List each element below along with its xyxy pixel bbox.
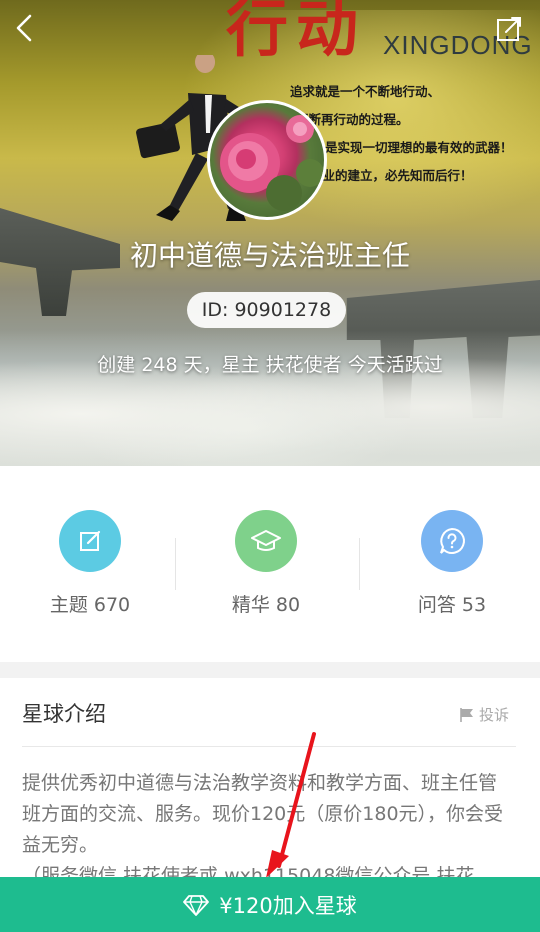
flag-icon	[460, 707, 473, 722]
intro-paragraph: 提供优秀初中道德与法治教学资料和教学方面、班主任管班方面的交流、服务。现价120…	[22, 772, 504, 856]
report-label: 投诉	[479, 706, 510, 724]
group-avatar	[207, 100, 327, 220]
section-gap	[0, 662, 540, 678]
cover-banner: 行动 XINGDONG 追求就是一个不断地行动、 不断再行动的过程。 行动是实现…	[0, 0, 540, 466]
stat-essence-badge	[235, 510, 297, 572]
edit-icon	[80, 530, 101, 551]
peony-flower-image	[220, 115, 324, 211]
stat-topics-label: 主题 670	[49, 594, 131, 616]
stat-qa-label: 问答 53	[417, 594, 487, 616]
slogan-line: 追求就是一个不断地行动、	[290, 84, 441, 99]
join-button-label: ¥120加入星球	[219, 893, 357, 918]
intro-divider	[22, 746, 516, 747]
intro-title: 星球介绍	[22, 702, 106, 726]
join-group-button[interactable]: ¥120加入星球	[0, 877, 540, 932]
back-icon[interactable]	[10, 12, 42, 44]
question-bubble-icon	[440, 527, 465, 554]
diamond-icon	[183, 894, 210, 916]
graduation-cap-icon	[251, 530, 281, 551]
cover-slogan: 追求就是一个不断地行动、 不断再行动的过程。 行动是实现一切理想的最有效的武器！…	[290, 78, 530, 190]
stat-topics-badge	[59, 510, 121, 572]
stats-section: 主题 670 精华 80 问答 53	[0, 466, 540, 662]
share-icon[interactable]	[494, 14, 524, 44]
stat-essence[interactable]: 精华 80	[176, 510, 356, 617]
stat-topics[interactable]: 主题 670	[0, 510, 180, 617]
slogan-line: 不断再行动的过程。	[296, 112, 409, 127]
stat-divider	[359, 538, 360, 590]
group-meta-info: 创建 248 天，星主 扶花使者 今天活跃过	[97, 354, 443, 376]
stat-qa-badge	[421, 510, 483, 572]
intro-description: 提供优秀初中道德与法治教学资料和教学方面、班主任管班方面的交流、服务。现价120…	[22, 768, 512, 892]
report-button[interactable]: 投诉	[459, 704, 509, 725]
group-id-badge: ID: 90901278	[187, 292, 346, 328]
group-title: 初中道德与法治班主任	[129, 239, 410, 272]
stat-qa[interactable]: 问答 53	[362, 510, 540, 617]
stat-essence-label: 精华 80	[231, 594, 301, 616]
